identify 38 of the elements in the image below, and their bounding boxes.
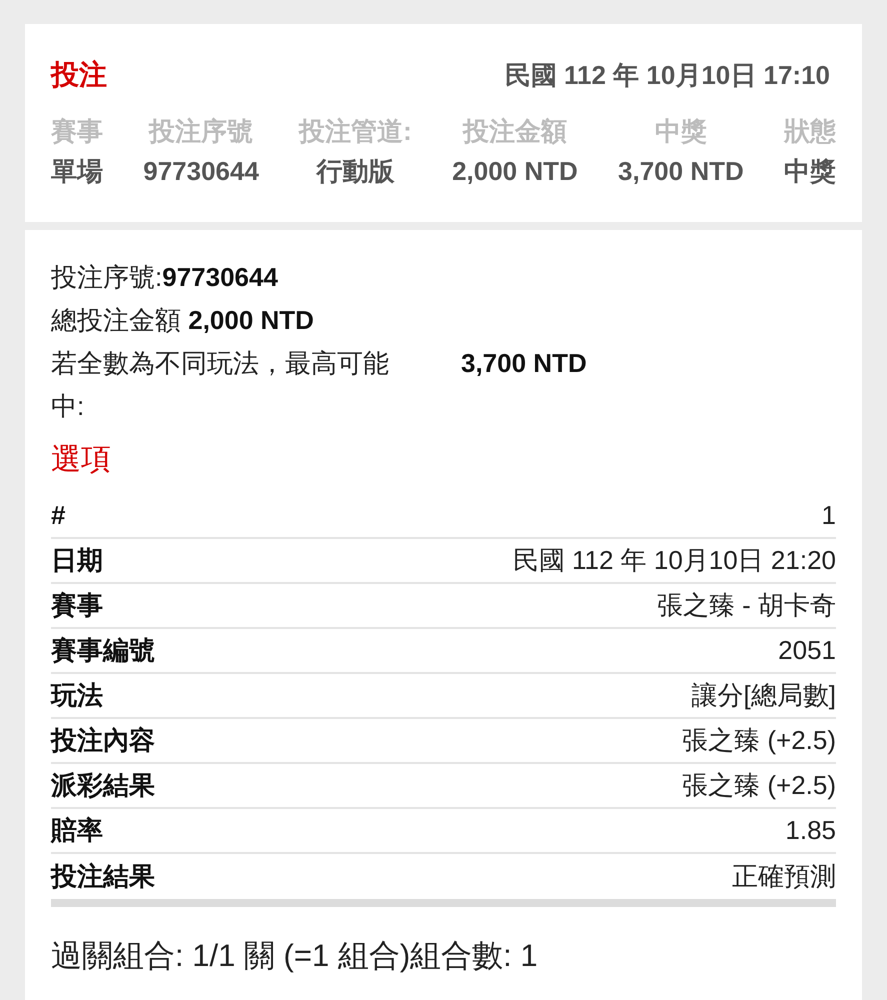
column-heading: 投注金額 [462,115,567,148]
column-value: 97730644 [143,155,259,188]
row-label: 投注內容 [51,724,155,757]
row-value: 1 [822,499,836,532]
column-value: 2,000 NTD [452,155,578,188]
row-label: 派彩結果 [51,769,155,802]
column-value: 單場 [51,155,103,188]
total-amount: 總投注金額 2,000 NTD [51,304,315,337]
options-heading: 選項 [51,442,112,478]
row-label: 投注結果 [51,860,155,893]
section-title: 投注 [51,58,107,92]
column-value: 3,700 NTD [618,155,744,188]
row-label: 賽事編號 [51,634,155,667]
timestamp: 民國 112 年 10月10日 17:10 [504,58,830,92]
row-value: 讓分[總局數] [692,679,836,712]
row-value: 1.85 [785,814,836,847]
row-label: 賠率 [51,814,103,847]
max-win-label: 若全數為不同玩法，最高可能中: [51,347,390,423]
row-value: 民國 112 年 10月10日 21:20 [512,544,836,577]
row-label: 賽事 [51,589,103,622]
column-heading: 投注序號 [149,115,254,148]
row-label: # [51,499,66,532]
combination-summary: 過關組合: 1/1 關 (=1 組合)組合數: 1 [51,937,539,975]
max-win-amount: 3,700 NTD [461,347,587,380]
row-value: 正確預測 [732,860,836,893]
row-value: 張之臻 (+2.5) [682,724,836,757]
row-value: 2051 [778,634,836,667]
column-heading: 賽事 [51,115,103,148]
column-value: 中獎 [784,155,836,188]
row-value: 張之臻 (+2.5) [682,769,836,802]
column-heading: 中獎 [654,115,707,148]
row-value: 張之臻 - 胡卡奇 [656,589,836,622]
row-label: 玩法 [51,679,103,712]
column-heading: 投注管道: [299,115,412,148]
column-heading: 狀態 [784,115,836,148]
column-value: 行動版 [316,155,394,188]
bet-number: 投注序號:97730644 [51,261,279,294]
row-label: 日期 [51,544,103,577]
